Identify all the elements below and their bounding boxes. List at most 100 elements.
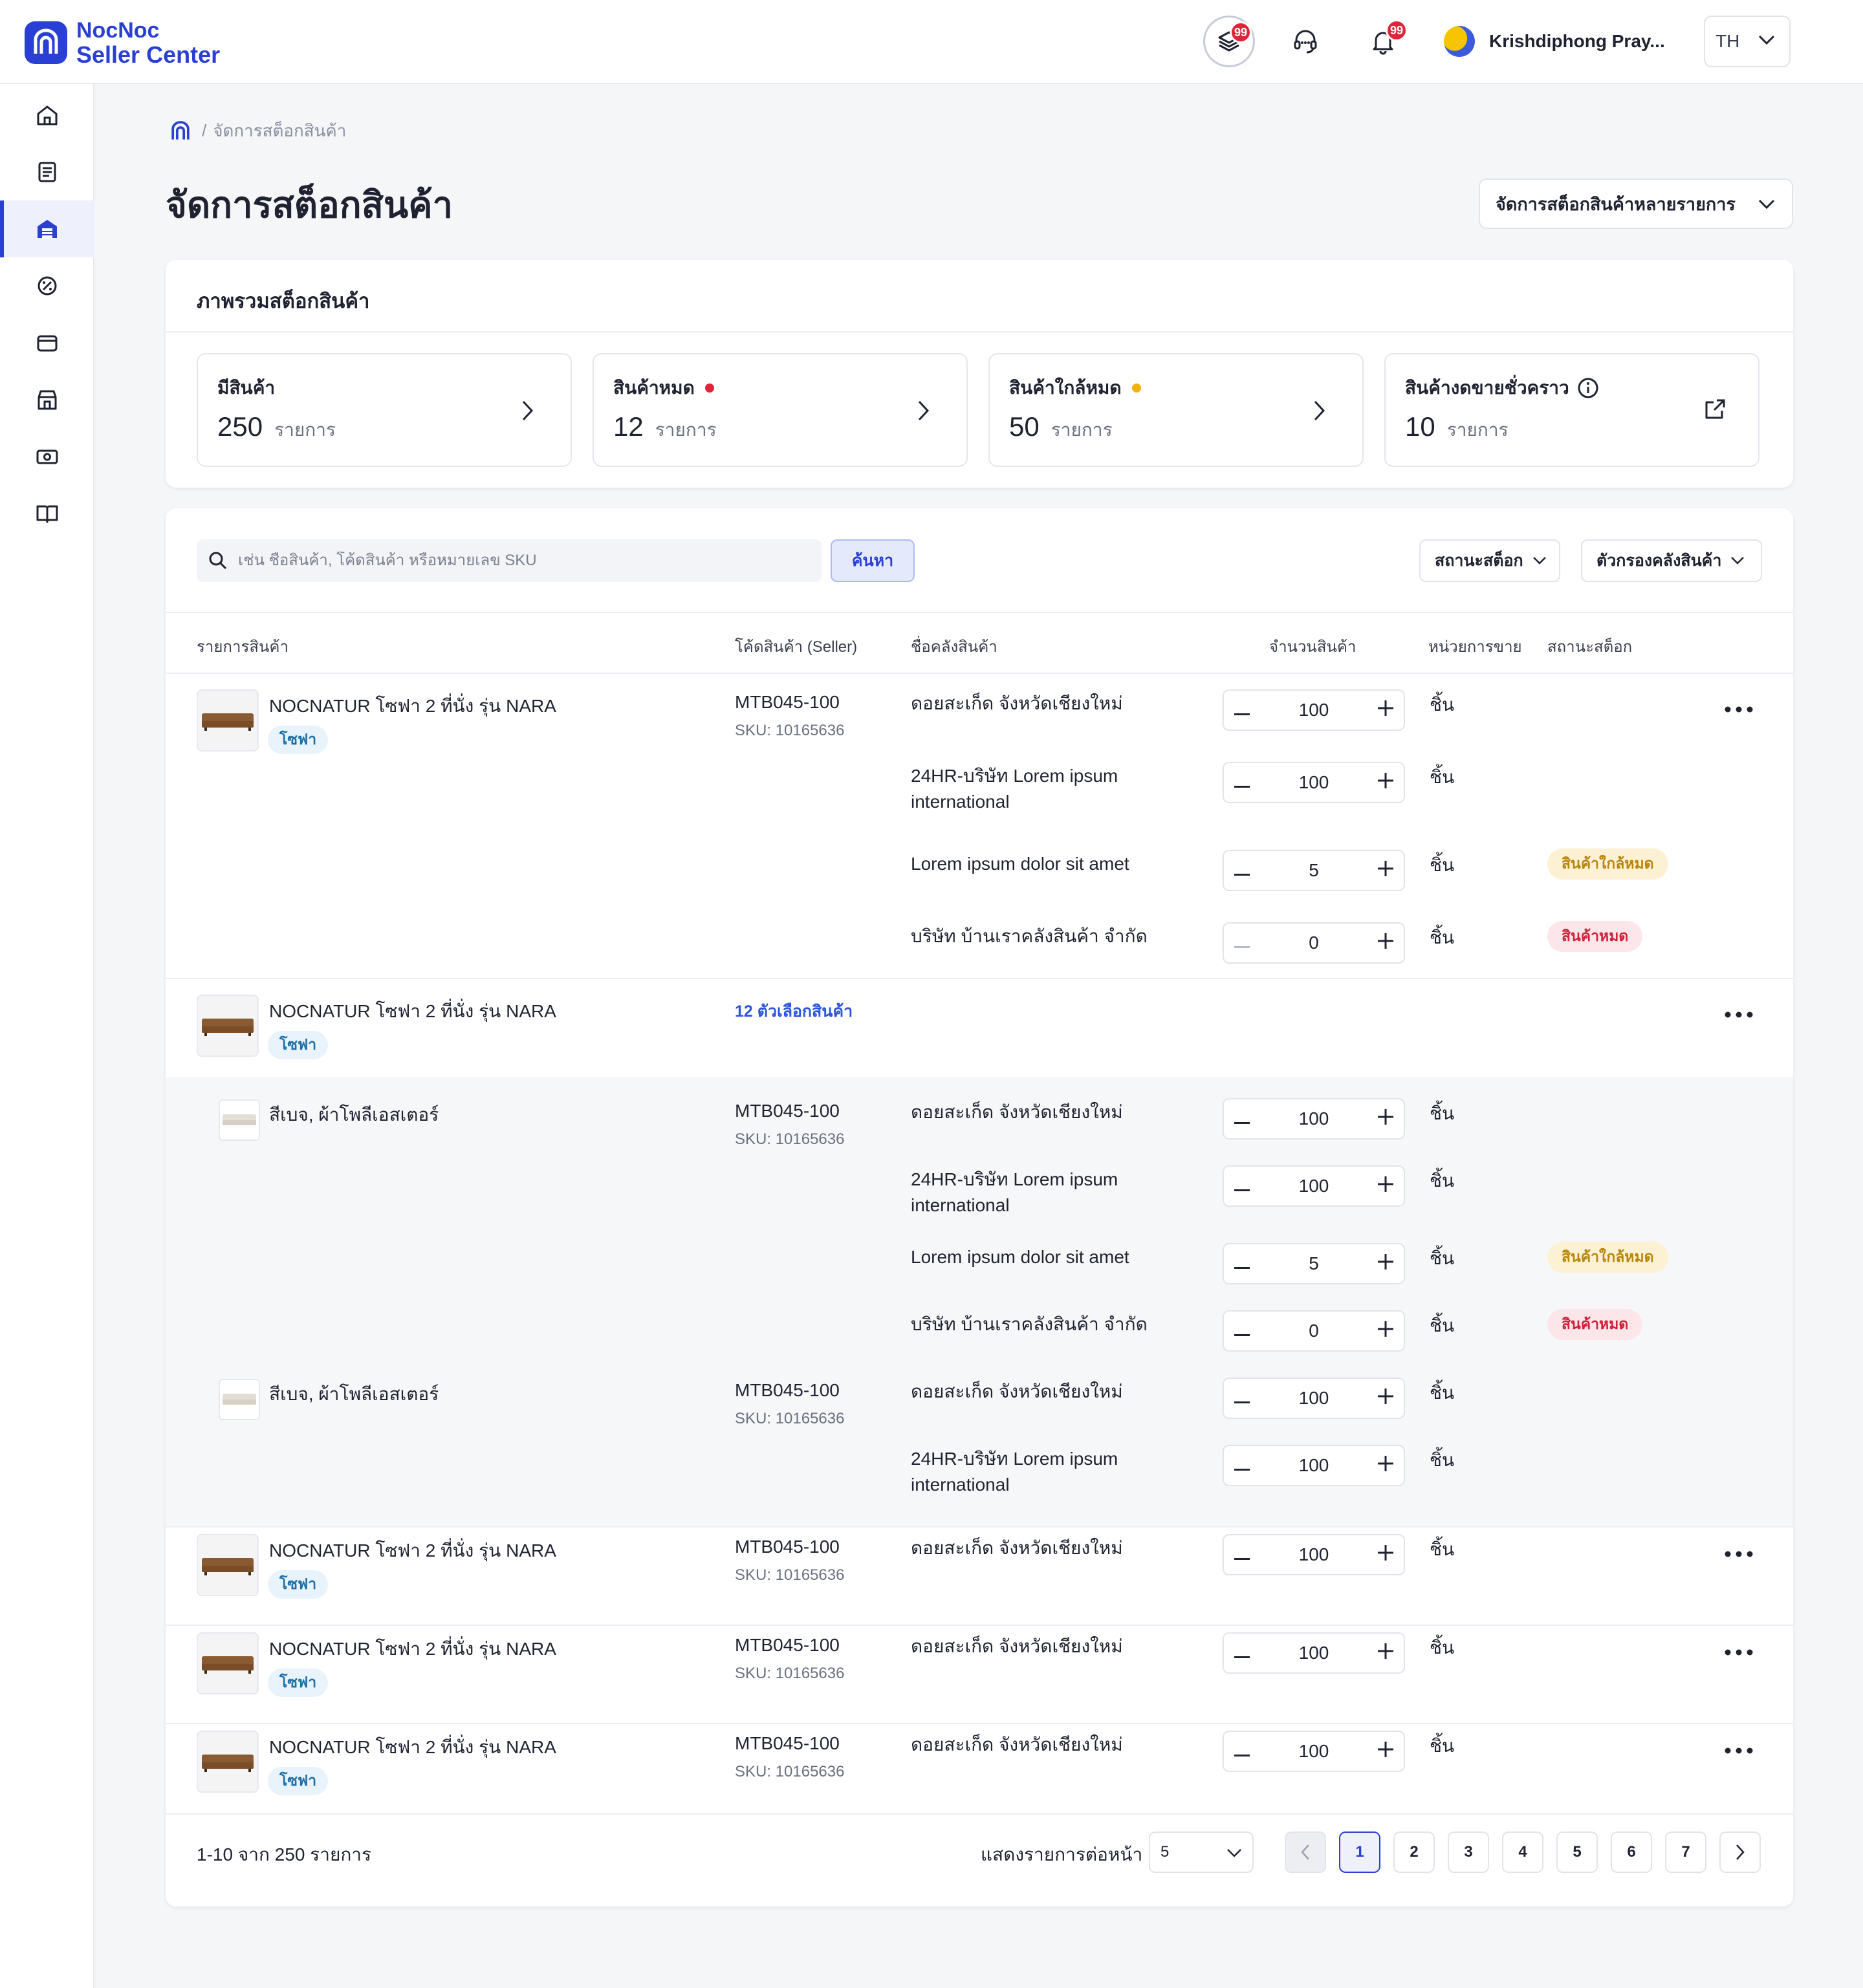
bulk-stock-button[interactable]: จัดการสต็อกสินค้าหลายรายการ xyxy=(1479,178,1793,229)
quantity-value[interactable]: 100 xyxy=(1299,1544,1329,1565)
quantity-value[interactable]: 5 xyxy=(1309,1253,1319,1274)
notifications-button[interactable]: 99 xyxy=(1357,16,1409,67)
product-options-link[interactable]: 12 ตัวเลือกสินค้า xyxy=(735,999,853,1024)
minus-icon[interactable] xyxy=(1234,1545,1250,1565)
product-name[interactable]: NOCNATUR โซฟา 2 ที่นั่ง รุ่น NARA xyxy=(269,997,556,1026)
chevron-down-icon xyxy=(1532,557,1546,565)
plus-icon[interactable] xyxy=(1378,1544,1393,1565)
minus-icon[interactable] xyxy=(1234,1254,1250,1274)
quantity-value[interactable]: 100 xyxy=(1299,1741,1329,1762)
minus-icon[interactable] xyxy=(1234,1643,1250,1663)
sidebar-item-finance[interactable] xyxy=(0,428,94,485)
product-name[interactable]: NOCNATUR โซฟา 2 ที่นั่ง รุ่น NARA xyxy=(269,1537,556,1565)
quantity-stepper[interactable]: 0 xyxy=(1223,922,1405,964)
quantity-stepper[interactable]: 100 xyxy=(1223,1378,1405,1419)
home-breadcrumb-icon[interactable] xyxy=(169,120,191,142)
page-button[interactable]: 2 xyxy=(1393,1831,1435,1873)
stat-out-of-stock[interactable]: สินค้าหมด 12 รายการ xyxy=(593,353,968,467)
sidebar-item-payments[interactable] xyxy=(0,314,94,371)
plus-icon[interactable] xyxy=(1377,860,1393,881)
quantity-value[interactable]: 100 xyxy=(1299,1176,1329,1196)
unit-label: ชิ้น xyxy=(1430,1637,1455,1658)
quantity-stepper[interactable]: 100 xyxy=(1223,689,1405,731)
user-menu[interactable]: Krishdiphong Pray... xyxy=(1444,26,1665,57)
minus-icon[interactable] xyxy=(1234,773,1250,793)
support-button[interactable] xyxy=(1280,16,1331,67)
quantity-stepper[interactable]: 100 xyxy=(1223,1165,1405,1207)
minus-icon[interactable] xyxy=(1234,1388,1250,1409)
warehouse-filter[interactable]: ตัวกรองคลังสินค้า xyxy=(1581,539,1762,582)
plus-icon[interactable] xyxy=(1377,933,1393,953)
product-name[interactable]: NOCNATUR โซฟา 2 ที่นั่ง รุ่น NARA xyxy=(269,692,556,720)
sidebar-item-store[interactable] xyxy=(0,371,94,428)
plus-icon[interactable] xyxy=(1377,1253,1393,1274)
quantity-stepper[interactable]: 100 xyxy=(1223,1445,1405,1486)
plus-icon[interactable] xyxy=(1378,1176,1393,1196)
quantity-stepper[interactable]: 5 xyxy=(1223,1243,1405,1284)
search-button[interactable]: ค้นหา xyxy=(831,539,915,582)
page-button[interactable]: 5 xyxy=(1556,1831,1598,1873)
quantity-stepper[interactable]: 100 xyxy=(1223,1731,1405,1772)
minus-icon[interactable] xyxy=(1234,1109,1250,1129)
stat-low-stock[interactable]: สินค้าใกล้หมด 50 รายการ xyxy=(988,353,1364,467)
quantity-value[interactable]: 0 xyxy=(1309,1321,1319,1341)
per-page-select[interactable]: 5 xyxy=(1149,1831,1254,1873)
plus-icon[interactable] xyxy=(1378,1455,1393,1476)
search-input[interactable] xyxy=(238,552,807,570)
plus-icon[interactable] xyxy=(1378,1741,1393,1762)
minus-icon[interactable] xyxy=(1234,1456,1250,1476)
more-actions-icon[interactable] xyxy=(1719,1544,1758,1564)
quantity-stepper[interactable]: 100 xyxy=(1223,1632,1405,1674)
quantity-stepper[interactable]: 100 xyxy=(1223,1098,1405,1140)
minus-icon[interactable] xyxy=(1234,1742,1250,1762)
quantity-value[interactable]: 100 xyxy=(1299,1643,1329,1663)
more-actions-icon[interactable] xyxy=(1719,1005,1758,1024)
more-actions-icon[interactable] xyxy=(1719,1643,1758,1662)
sidebar-item-promotions[interactable] xyxy=(0,257,94,314)
more-actions-icon[interactable] xyxy=(1719,700,1758,719)
language-select[interactable]: TH xyxy=(1704,16,1791,67)
quantity-stepper[interactable]: 100 xyxy=(1223,1534,1405,1575)
stat-suspended[interactable]: สินค้างดขายชั่วคราว 10 รายการ xyxy=(1384,353,1760,467)
info-icon[interactable] xyxy=(1577,377,1599,399)
quantity-value[interactable]: 100 xyxy=(1299,700,1329,720)
brand-logo[interactable]: NocNoc Seller Center xyxy=(25,18,220,67)
sidebar-item-stock[interactable] xyxy=(0,200,94,257)
page-button[interactable]: 3 xyxy=(1448,1831,1489,1873)
page-button[interactable]: 7 xyxy=(1665,1831,1706,1873)
plus-icon[interactable] xyxy=(1377,1321,1393,1341)
quantity-value[interactable]: 100 xyxy=(1299,772,1329,793)
quantity-value[interactable]: 100 xyxy=(1299,1108,1329,1129)
minus-icon[interactable] xyxy=(1234,700,1250,720)
page-button[interactable]: 1 xyxy=(1339,1831,1380,1873)
quantity-stepper[interactable]: 5 xyxy=(1223,850,1405,891)
quantity-value[interactable]: 100 xyxy=(1299,1388,1329,1409)
shortcuts-button[interactable]: 99 xyxy=(1203,16,1255,67)
product-name[interactable]: NOCNATUR โซฟา 2 ที่นั่ง รุ่น NARA xyxy=(269,1635,556,1663)
search-field[interactable] xyxy=(197,539,822,582)
sidebar-item-guide[interactable] xyxy=(0,485,94,542)
stock-status-filter[interactable]: สถานะสต็อก xyxy=(1419,539,1560,582)
sidebar-item-home[interactable] xyxy=(0,87,94,144)
quantity-value[interactable]: 100 xyxy=(1299,1455,1329,1476)
minus-icon[interactable] xyxy=(1234,1176,1250,1196)
plus-icon[interactable] xyxy=(1378,700,1393,720)
plus-icon[interactable] xyxy=(1378,1388,1393,1409)
stat-in-stock[interactable]: มีสินค้า 250 รายการ xyxy=(197,353,572,467)
minus-icon[interactable] xyxy=(1234,1321,1250,1341)
quantity-stepper[interactable]: 100 xyxy=(1223,762,1405,803)
page-button[interactable]: 4 xyxy=(1502,1831,1543,1873)
sidebar-item-orders[interactable] xyxy=(0,144,94,200)
quantity-stepper[interactable]: 0 xyxy=(1223,1310,1405,1352)
next-page-button[interactable] xyxy=(1719,1831,1761,1873)
quantity-value[interactable]: 0 xyxy=(1309,933,1319,953)
plus-icon[interactable] xyxy=(1378,1643,1393,1663)
minus-icon[interactable] xyxy=(1234,861,1250,881)
quantity-value[interactable]: 5 xyxy=(1309,860,1319,881)
divider xyxy=(166,331,1793,332)
plus-icon[interactable] xyxy=(1378,1108,1393,1129)
plus-icon[interactable] xyxy=(1378,772,1393,793)
more-actions-icon[interactable] xyxy=(1719,1741,1758,1760)
page-button[interactable]: 6 xyxy=(1611,1831,1652,1873)
product-name[interactable]: NOCNATUR โซฟา 2 ที่นั่ง รุ่น NARA xyxy=(269,1733,556,1762)
